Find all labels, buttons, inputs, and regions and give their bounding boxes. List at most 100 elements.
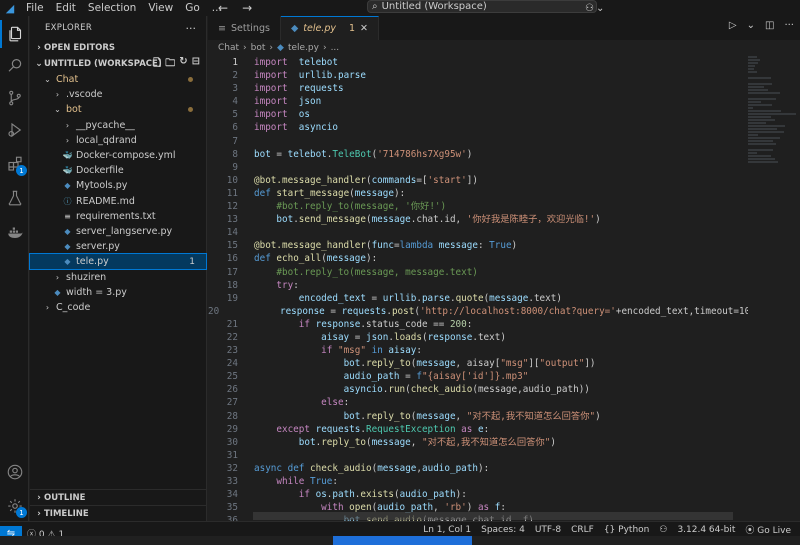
copilot-status-icon[interactable]: ⚇: [654, 525, 672, 535]
code-line[interactable]: 24 bot.reply_to(message, aisay["msg"]["o…: [208, 357, 748, 370]
tree-item[interactable]: › C_code: [30, 300, 206, 315]
open-editors-section[interactable]: › OPEN EDITORS: [30, 40, 206, 56]
code-line[interactable]: 30 bot.reply_to(message, "对不起,我不知道怎么回答你"…: [208, 436, 748, 449]
code-line[interactable]: 27 else:: [208, 396, 748, 409]
split-editor-icon[interactable]: ◫: [765, 20, 774, 31]
new-file-icon[interactable]: 🗋: [153, 56, 161, 73]
docker-icon[interactable]: [0, 218, 29, 246]
code-line[interactable]: 14: [208, 226, 748, 239]
code-line[interactable]: 22 aisay = json.loads(response.text): [208, 331, 748, 344]
tree-item[interactable]: ◆ Mytools.py: [30, 178, 206, 193]
close-icon[interactable]: ✕: [360, 23, 368, 34]
code-token: , aisay[: [455, 358, 501, 370]
tree-item[interactable]: 🐳 Docker-compose.yml: [30, 148, 206, 163]
go-live-button[interactable]: ⦿ Go Live: [740, 523, 796, 536]
menu-item-file[interactable]: File: [20, 0, 50, 16]
code-line[interactable]: 15 @bot.message_handler(func=lambda messa…: [208, 239, 748, 252]
code-line[interactable]: 33 while True:: [208, 475, 748, 488]
end-of-line[interactable]: CRLF: [566, 525, 599, 535]
chevron-down-icon[interactable]: ⌄: [747, 20, 755, 31]
code-line[interactable]: 9: [208, 161, 748, 174]
source-control-icon[interactable]: [0, 84, 29, 112]
code-line[interactable]: 31: [208, 449, 748, 462]
tree-item[interactable]: ⌄ bot: [30, 102, 206, 117]
collapse-all-icon[interactable]: ⊟: [192, 56, 200, 73]
python-interpreter[interactable]: 3.12.4 64-bit: [672, 525, 740, 535]
breadcrumb-item[interactable]: tele.py: [288, 43, 319, 53]
tab-settings[interactable]: ≡ Settings: [208, 16, 281, 40]
breadcrumb-item[interactable]: bot: [251, 43, 266, 53]
more-actions-icon[interactable]: ···: [784, 20, 794, 31]
tree-item[interactable]: ◆ server_langserve.py: [30, 224, 206, 239]
code-editor[interactable]: 1 import telebot 2 import urllib.parse 3 impo…: [208, 56, 748, 521]
account-icon[interactable]: [0, 458, 29, 486]
menu-item-edit[interactable]: Edit: [50, 0, 82, 16]
code-line[interactable]: 21 if response.status_code == 200:: [208, 318, 748, 331]
code-line[interactable]: 4 import json: [208, 95, 748, 108]
code-line[interactable]: 18 try:: [208, 279, 748, 292]
code-line[interactable]: 25 audio_path = f"{aisay['id']}.mp3": [208, 370, 748, 383]
code-line[interactable]: 13 bot.send_message(message.chat.id, '你好…: [208, 213, 748, 226]
copilot-button[interactable]: ⚇ ⌄: [585, 0, 604, 16]
code-line[interactable]: 8 bot = telebot.TeleBot('714786hs7Xg95w'): [208, 148, 748, 161]
tree-item[interactable]: 🐳 Dockerfile: [30, 163, 206, 178]
code-line[interactable]: 6 import asyncio: [208, 121, 748, 134]
tree-item[interactable]: ⌄ Chat: [30, 72, 206, 87]
code-line[interactable]: 1 import telebot: [208, 56, 748, 69]
tree-item[interactable]: › local_qdrand: [30, 133, 206, 148]
code-line[interactable]: 32 async def check_audio(message,audio_pa…: [208, 462, 748, 475]
settings-gear-icon[interactable]: 1: [0, 492, 29, 520]
menu-item-go[interactable]: Go: [179, 0, 206, 16]
breadcrumb-item[interactable]: ...: [331, 43, 340, 53]
more-actions-icon[interactable]: ···: [186, 22, 197, 35]
outline-section[interactable]: › OUTLINE: [30, 489, 207, 505]
code-line[interactable]: 2 import urllib.parse: [208, 69, 748, 82]
code-line[interactable]: 3 import requests: [208, 82, 748, 95]
forward-arrow-icon[interactable]: →: [242, 1, 252, 15]
new-folder-icon[interactable]: 🗀: [165, 56, 175, 73]
encoding[interactable]: UTF-8: [530, 525, 566, 535]
code-line[interactable]: 34 if os.path.exists(audio_path):: [208, 488, 748, 501]
refresh-icon[interactable]: ↻: [179, 56, 187, 73]
menu-item-view[interactable]: View: [142, 0, 179, 16]
extensions-icon[interactable]: 1: [0, 150, 29, 178]
command-center[interactable]: ⌕ Untitled (Workspace): [367, 0, 597, 13]
tree-item[interactable]: › shuziren: [30, 269, 206, 284]
code-line[interactable]: 12 #bot.reply_to(message, '你好!'): [208, 200, 748, 213]
code-line[interactable]: 20 response = requests.post('http://loca…: [208, 305, 748, 318]
search-icon[interactable]: [0, 52, 29, 80]
tree-item[interactable]: › __pycache__: [30, 118, 206, 133]
code-line[interactable]: 10 @bot.message_handler(commands=['start'…: [208, 174, 748, 187]
tree-item[interactable]: ◆ server.py: [30, 239, 206, 254]
code-line[interactable]: 17 #bot.reply_to(message, message.text): [208, 266, 748, 279]
horizontal-scrollbar[interactable]: [253, 512, 733, 520]
menu-item-selection[interactable]: Selection: [82, 0, 142, 16]
run-icon[interactable]: ▷: [729, 20, 737, 31]
breadcrumb-item[interactable]: Chat: [218, 43, 239, 53]
code-line[interactable]: 28 bot.reply_to(message, "对不起,我不知道怎么回答你"…: [208, 410, 748, 423]
testing-flask-icon[interactable]: [0, 184, 29, 212]
explorer-icon[interactable]: [0, 20, 29, 48]
code-line[interactable]: 16 def echo_all(message):: [208, 252, 748, 265]
minimap[interactable]: [748, 56, 798, 163]
tree-item[interactable]: ◆ width = 3.py: [30, 285, 206, 300]
run-debug-icon[interactable]: [0, 116, 29, 144]
tree-item[interactable]: ⓘ README.md: [30, 194, 206, 209]
code-line[interactable]: 7: [208, 135, 748, 148]
code-line[interactable]: 19 encoded_text = urllib.parse.quote(mes…: [208, 292, 748, 305]
indentation[interactable]: Spaces: 4: [476, 525, 530, 535]
language-mode[interactable]: {} Python: [599, 525, 655, 535]
tree-item[interactable]: › .vscode: [30, 87, 206, 102]
tab-tele-py[interactable]: ◆ tele.py 1 ✕: [280, 16, 379, 40]
cursor-position[interactable]: Ln 1, Col 1: [418, 525, 476, 535]
timeline-section[interactable]: › TIMELINE: [30, 505, 207, 521]
code-line[interactable]: 23 if "msg" in aisay:: [208, 344, 748, 357]
back-arrow-icon[interactable]: ←: [218, 1, 228, 15]
tree-item[interactable]: ◆ tele.py 1: [29, 253, 207, 271]
code-line[interactable]: 5 import os: [208, 108, 748, 121]
code-line[interactable]: 11 def start_message(message):: [208, 187, 748, 200]
tree-item[interactable]: ≡ requirements.txt: [30, 209, 206, 224]
code-line[interactable]: 29 except requests.RequestException as e…: [208, 423, 748, 436]
workspace-section[interactable]: ⌄ UNTITLED (WORKSPACE) 🗋 🗀 ↻ ⊟: [30, 56, 206, 72]
code-line[interactable]: 26 asyncio.run(check_audio(message,audio…: [208, 383, 748, 396]
